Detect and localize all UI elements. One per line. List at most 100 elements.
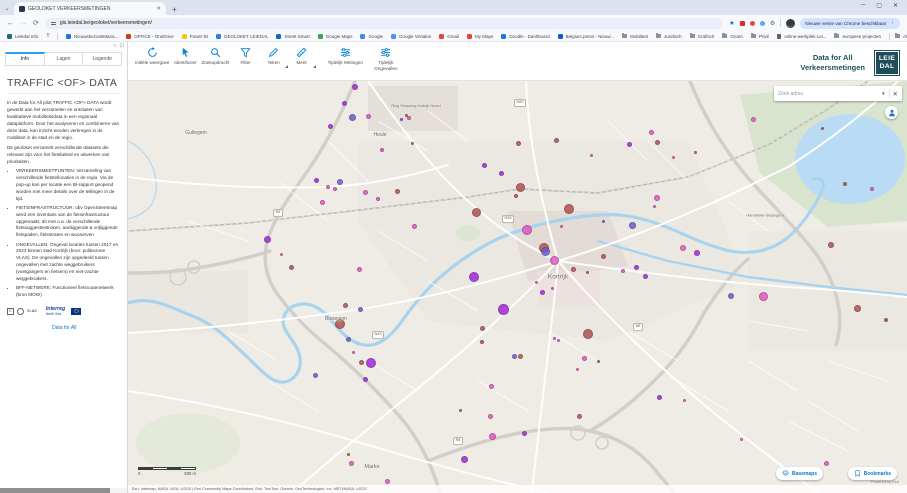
measurement-point[interactable] bbox=[348, 113, 356, 121]
tab-close-icon[interactable]: ✕ bbox=[156, 6, 161, 12]
measurement-point[interactable] bbox=[341, 100, 347, 106]
bookmark-folder[interactable]: Grafisch bbox=[689, 33, 714, 39]
measurement-point[interactable] bbox=[399, 117, 403, 121]
locate-me-button[interactable] bbox=[885, 106, 898, 119]
tab-info[interactable]: Info bbox=[5, 52, 45, 66]
measurement-point[interactable] bbox=[654, 195, 660, 201]
measurement-point[interactable] bbox=[481, 162, 487, 168]
bookmark-item[interactable]: Google Maps bbox=[317, 33, 352, 39]
measurement-point[interactable] bbox=[488, 432, 496, 440]
measurement-point[interactable] bbox=[327, 123, 333, 129]
bookmark-item[interactable]: OFFICE - OneDrive bbox=[126, 33, 174, 39]
measurement-point[interactable] bbox=[411, 223, 417, 229]
measurement-point[interactable] bbox=[407, 116, 411, 120]
measurement-point[interactable] bbox=[549, 255, 559, 265]
measurement-point[interactable] bbox=[853, 304, 861, 312]
extensions-icon[interactable]: ⚙ bbox=[770, 20, 775, 27]
measurement-point[interactable] bbox=[758, 291, 768, 301]
measurement-point[interactable] bbox=[654, 139, 660, 145]
measurement-point[interactable] bbox=[380, 148, 384, 152]
measurement-point[interactable] bbox=[469, 272, 479, 282]
bookmark-folder[interactable]: Juridisch bbox=[655, 33, 682, 39]
measurement-point[interactable] bbox=[480, 340, 484, 344]
bookmark-folder[interactable]: Groen bbox=[722, 33, 743, 39]
measurement-point[interactable] bbox=[583, 329, 593, 339]
forward-icon[interactable]: → bbox=[20, 20, 27, 27]
measurement-point[interactable] bbox=[345, 336, 351, 342]
measurement-point[interactable] bbox=[656, 394, 662, 400]
measurement-point[interactable] bbox=[521, 430, 527, 436]
measurement-point[interactable] bbox=[828, 242, 834, 248]
clear-search-icon[interactable]: ✕ bbox=[893, 90, 898, 98]
measurement-point[interactable] bbox=[680, 245, 686, 251]
measurement-point[interactable] bbox=[515, 182, 525, 192]
measurement-point[interactable] bbox=[348, 460, 354, 466]
measurement-point[interactable] bbox=[346, 452, 350, 456]
measurement-point[interactable] bbox=[337, 179, 343, 185]
measurement-point[interactable] bbox=[682, 398, 686, 402]
measurement-point[interactable] bbox=[365, 113, 371, 119]
basemaps-button[interactable]: Basemaps bbox=[775, 467, 823, 480]
measurement-point[interactable] bbox=[515, 140, 521, 146]
extension-icon[interactable] bbox=[759, 20, 765, 26]
measurement-point[interactable] bbox=[581, 355, 587, 361]
measurement-point[interactable] bbox=[576, 413, 582, 419]
collapse-panel-icon[interactable]: « bbox=[113, 43, 116, 49]
measurement-point[interactable] bbox=[652, 204, 656, 208]
bookmark-item[interactable]: Doodle - Dashboard bbox=[501, 33, 550, 39]
measurement-point[interactable] bbox=[333, 187, 337, 191]
chrome-update-button[interactable]: Nieuwe versie van Chrome beschikbaar ⋮ bbox=[800, 17, 900, 29]
measurement-point[interactable] bbox=[376, 197, 380, 201]
measurement-point[interactable] bbox=[511, 353, 517, 359]
measurement-point[interactable] bbox=[575, 367, 579, 371]
measurement-point[interactable] bbox=[823, 460, 829, 466]
measurement-point[interactable] bbox=[351, 350, 355, 354]
bookmark-item[interactable]: GEOLOKET LEIEDAL bbox=[216, 33, 268, 39]
fold-panel-icon[interactable]: ⊡ bbox=[119, 43, 124, 49]
measurement-point[interactable] bbox=[564, 204, 574, 214]
measurement-point[interactable] bbox=[279, 252, 283, 256]
bookmark-item[interactable]: Gmail bbox=[439, 33, 459, 39]
initial-view-button[interactable]: Initiële weergave bbox=[133, 45, 171, 68]
measurement-point[interactable] bbox=[362, 376, 368, 382]
tab-search-icon[interactable]: ⌄ bbox=[0, 2, 14, 15]
measurement-point[interactable] bbox=[739, 437, 743, 441]
reload-icon[interactable]: ⟳ bbox=[33, 20, 39, 27]
bookmark-folder[interactable]: Mobiliteit bbox=[622, 33, 648, 39]
bookmark-item[interactable]: My Maps bbox=[467, 33, 493, 39]
measurement-point[interactable] bbox=[628, 221, 636, 229]
bookmark-item[interactable]: Leiedal Info bbox=[7, 33, 38, 39]
measurement-point[interactable] bbox=[357, 306, 363, 312]
measurement-point[interactable] bbox=[522, 225, 532, 235]
extension-icon[interactable] bbox=[739, 20, 745, 26]
bookmark-item[interactable]: NieuwsbezoekMana... bbox=[65, 33, 118, 39]
measurement-point[interactable] bbox=[366, 358, 376, 368]
data-for-all-link[interactable]: Data for All bbox=[52, 325, 76, 331]
search-input[interactable]: Zoek adres bbox=[778, 91, 878, 97]
scrollbar-thumb[interactable] bbox=[0, 488, 110, 493]
profile-avatar[interactable] bbox=[786, 18, 796, 28]
bookmark-item[interactable]: online-werkplek Lei... bbox=[777, 33, 826, 39]
bookmark-item[interactable]: Google bbox=[360, 33, 383, 39]
bookmark-item[interactable]: Street Smart bbox=[276, 33, 310, 39]
back-icon[interactable]: ← bbox=[7, 20, 14, 27]
measurement-point[interactable] bbox=[648, 129, 654, 135]
filter-button[interactable]: Filter bbox=[232, 45, 260, 68]
bookmark-folder[interactable]: europese projecten bbox=[834, 33, 881, 39]
bookmark-item[interactable]: Google Vertalen bbox=[391, 33, 431, 39]
measurement-point[interactable] bbox=[820, 126, 824, 130]
measurement-point[interactable] bbox=[633, 264, 639, 270]
measurement-point[interactable] bbox=[589, 153, 593, 157]
measurement-point[interactable] bbox=[319, 199, 325, 205]
all-bookmarks-button[interactable]: Alle bookmarks bbox=[895, 33, 907, 39]
tab-lagen[interactable]: Lagen bbox=[44, 52, 84, 66]
extension-icon[interactable] bbox=[749, 20, 755, 26]
search-button[interactable]: Zoekopdracht bbox=[199, 45, 231, 68]
measurement-point[interactable] bbox=[497, 303, 509, 315]
measurement-point[interactable] bbox=[694, 250, 700, 256]
bookmark-item[interactable]: Power BI bbox=[181, 33, 208, 39]
measurement-point[interactable] bbox=[626, 141, 632, 147]
measurement-point[interactable] bbox=[552, 336, 556, 340]
measurement-point[interactable] bbox=[342, 302, 348, 308]
measurement-point[interactable] bbox=[596, 359, 600, 363]
